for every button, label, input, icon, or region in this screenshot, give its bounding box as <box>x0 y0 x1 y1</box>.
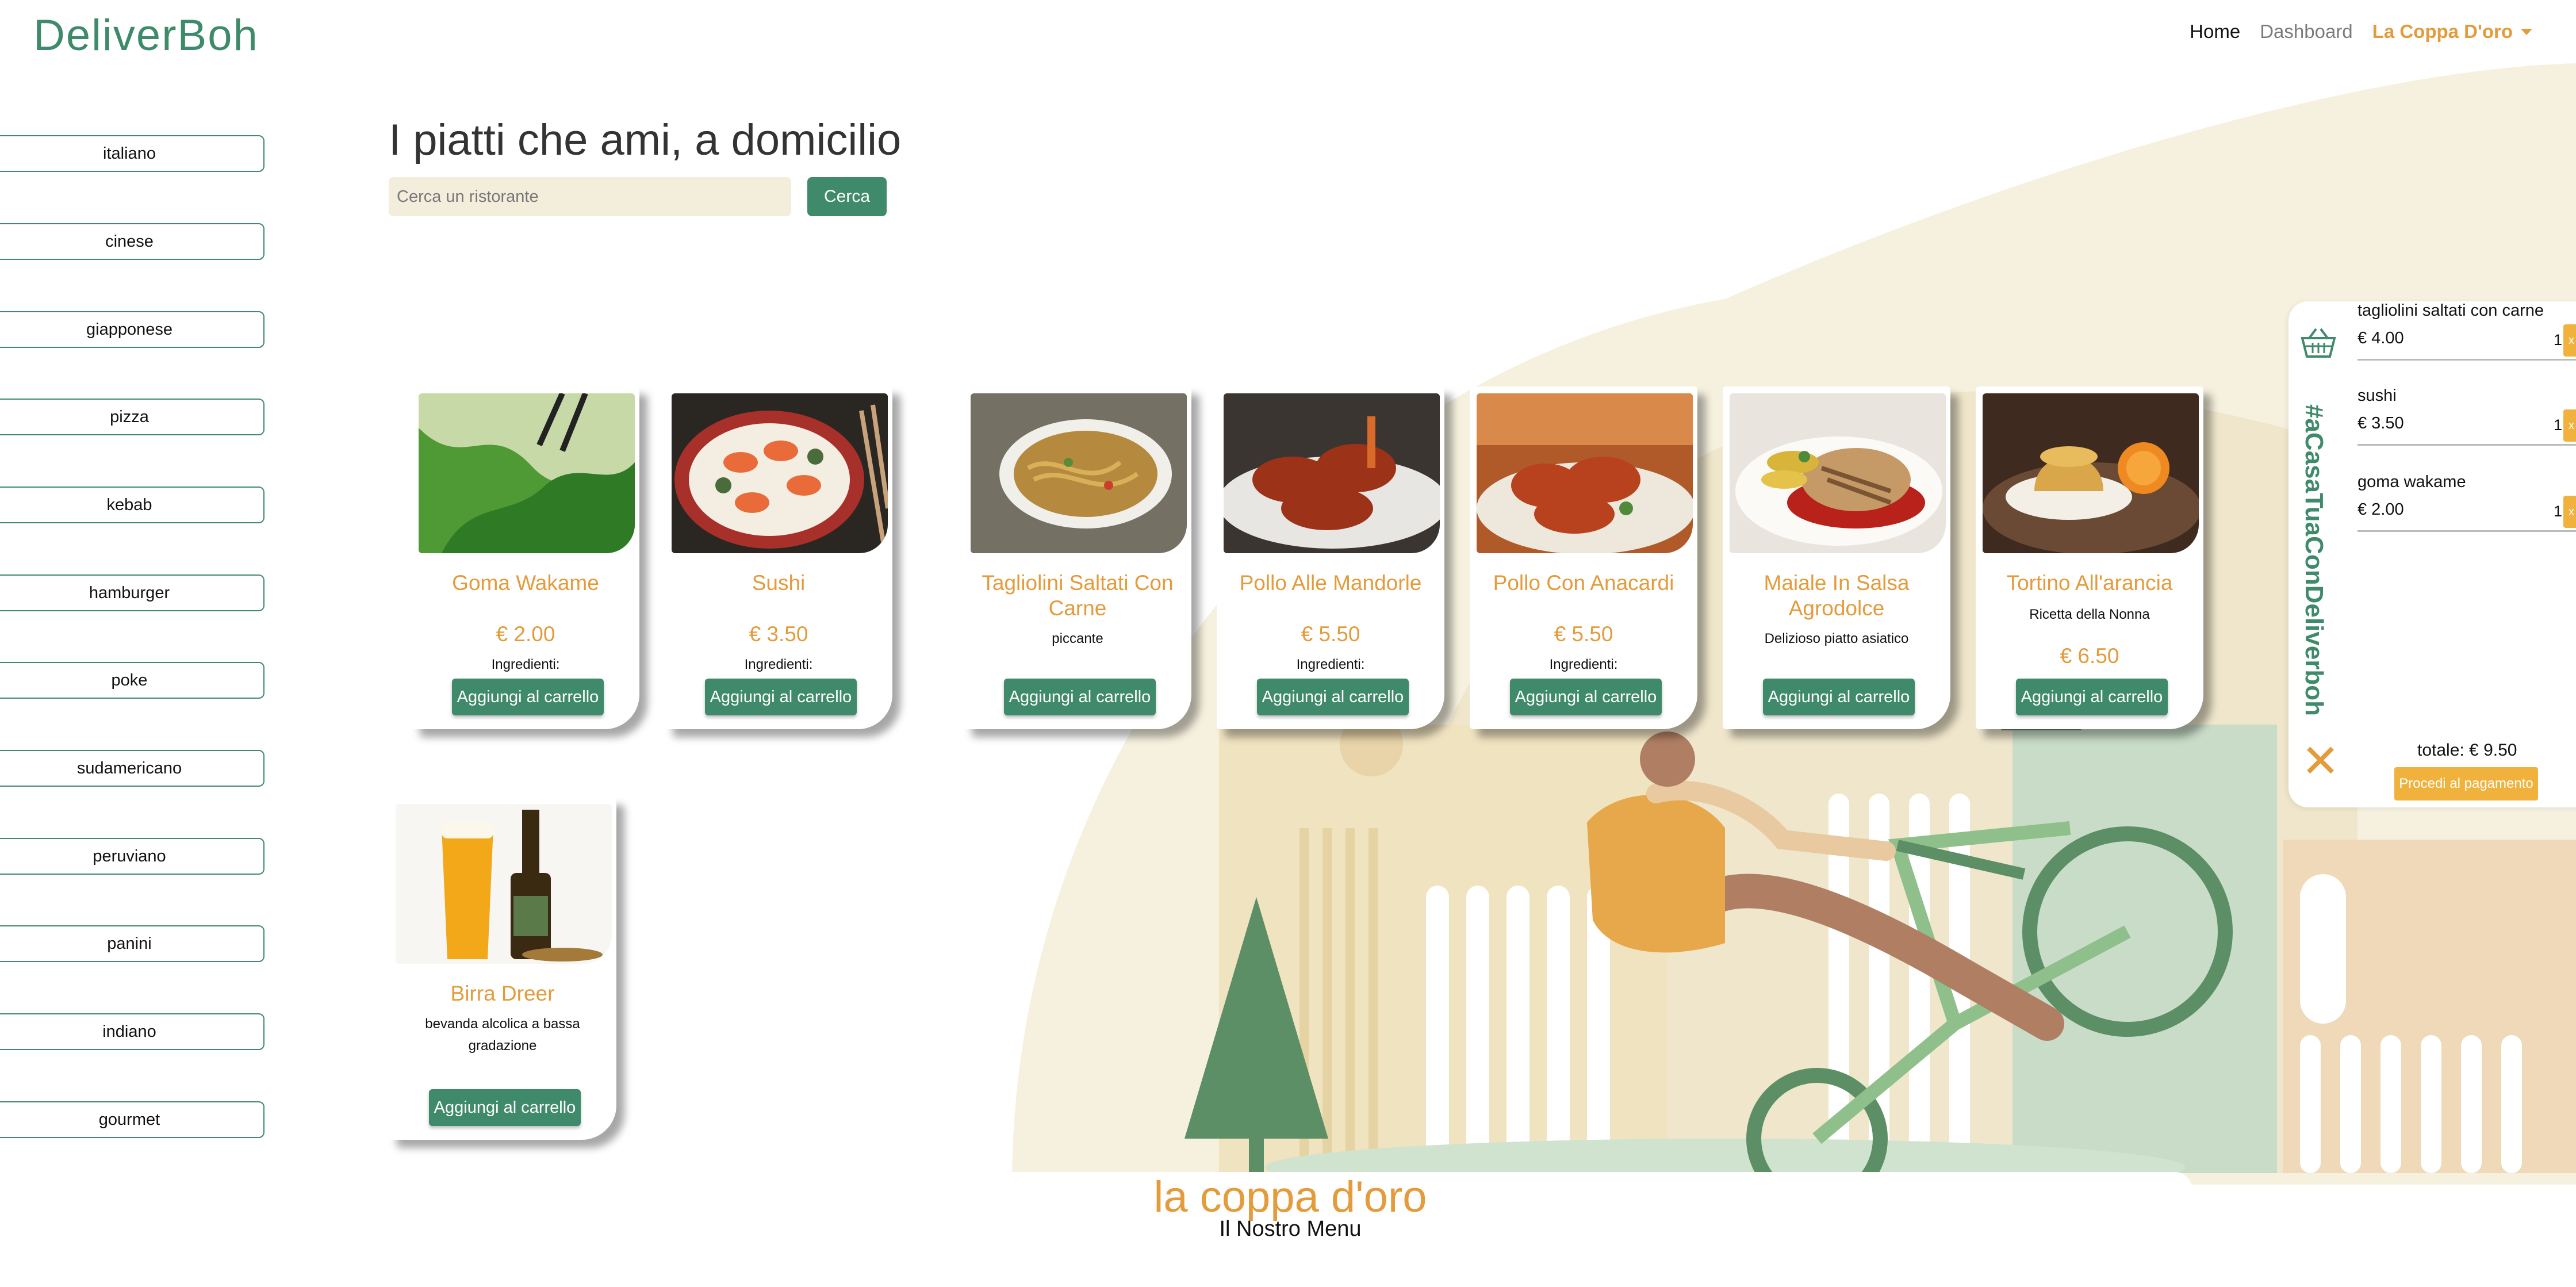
add-to-cart-button[interactable]: Aggiungi al carrello <box>452 679 604 715</box>
restaurant-name: la coppa d'oro <box>1153 1173 1427 1221</box>
category-pizza[interactable]: pizza <box>0 399 264 435</box>
product-card: Tagliolini Saltati Con Carne piccante Ag… <box>964 386 1191 729</box>
category-cinese[interactable]: cinese <box>0 223 264 260</box>
caret-down-icon <box>2521 28 2532 35</box>
product-ingredients: Ingredienti: <box>744 657 813 672</box>
product-card: Pollo Alle Mandorle € 5.50 Ingredienti: … <box>1217 386 1444 729</box>
remove-item-button[interactable]: x <box>2563 324 2576 357</box>
menu-subtitle: Il Nostro Menu <box>1219 1217 1362 1241</box>
add-to-cart-button[interactable]: Aggiungi al carrello <box>705 679 857 715</box>
restaurant-dropdown-label: La Coppa D'oro <box>2372 21 2513 42</box>
cart-item-quantity[interactable]: 1 <box>2554 416 2562 434</box>
product-ingredients: Ingredienti: <box>1296 657 1365 672</box>
product-card: Tortino All'arancia Ricetta della Nonna … <box>1976 386 2203 729</box>
nav-home-link[interactable]: Home <box>2190 21 2240 43</box>
product-card: Birra Dreer bevanda alcolica a bassa gra… <box>389 797 616 1140</box>
cart-item: tagliolini saltati con carne € 4.00 1 x <box>2358 301 2576 361</box>
category-panini[interactable]: panini <box>0 925 264 962</box>
restaurant-dropdown[interactable]: La Coppa D'oro <box>2372 21 2532 43</box>
product-image <box>1983 393 2199 553</box>
product-card: Pollo Con Anacardi € 5.50 Ingredienti: A… <box>1470 386 1697 729</box>
add-to-cart-button[interactable]: Aggiungi al carrello <box>1763 679 1915 715</box>
product-card: Goma Wakame € 2.00 Ingredienti: Aggiungi… <box>412 386 639 729</box>
close-icon[interactable]: ✕ <box>2301 738 2340 784</box>
add-to-cart-button[interactable]: Aggiungi al carrello <box>2016 679 2168 715</box>
product-description: piccante <box>1052 631 1103 646</box>
category-kebab[interactable]: kebab <box>0 487 264 523</box>
product-ingredients: Ingredienti: <box>1549 657 1618 672</box>
checkout-button[interactable]: Procedi al pagamento <box>2394 767 2538 800</box>
cart-item: goma wakame € 2.00 1 x <box>2358 473 2576 532</box>
product-price: € 6.50 <box>2060 644 2119 668</box>
product-description: Ricetta della Nonna <box>2029 607 2150 622</box>
product-price: € 3.50 <box>749 622 808 646</box>
add-to-cart-button[interactable]: Aggiungi al carrello <box>429 1089 581 1126</box>
cart-panel: #aCasaTuaConDeliverboh ✕ tagliolini salt… <box>2288 301 2576 807</box>
product-name: Birra Dreer <box>450 982 555 1005</box>
search-input[interactable] <box>389 177 791 216</box>
product-name: Tagliolini Saltati Con Carne <box>982 571 1174 620</box>
product-image <box>971 393 1187 553</box>
search-button[interactable]: Cerca <box>807 177 887 216</box>
category-peruviano[interactable]: peruviano <box>0 838 264 875</box>
cart-item-name: sushi <box>2358 386 2397 405</box>
cart-item-name: tagliolini saltati con carne <box>2358 301 2544 320</box>
add-to-cart-button[interactable]: Aggiungi al carrello <box>1004 679 1156 715</box>
cart-total: totale: € 9.50 <box>2417 741 2517 760</box>
remove-item-button[interactable]: x <box>2563 496 2576 528</box>
category-italiano[interactable]: italiano <box>0 135 264 172</box>
product-name: Sushi <box>752 571 806 595</box>
cart-item-quantity[interactable]: 1 <box>2554 503 2562 520</box>
category-hamburger[interactable]: hamburger <box>0 574 264 611</box>
remove-item-button[interactable]: x <box>2563 409 2576 442</box>
add-to-cart-button[interactable]: Aggiungi al carrello <box>1510 679 1662 715</box>
cart-item: sushi € 3.50 1 x <box>2358 386 2576 446</box>
product-card: Sushi € 3.50 Ingredienti: Aggiungi al ca… <box>665 386 892 729</box>
page-title: I piatti che ami, a domicilio <box>389 116 902 164</box>
product-name: Maiale In Salsa Agrodolce <box>1764 571 1910 620</box>
nav-dashboard-link[interactable]: Dashboard <box>2260 21 2352 43</box>
menu-section: la coppa d'oro Il Nostro Menu <box>389 1172 2192 1287</box>
category-gourmet[interactable]: gourmet <box>0 1101 264 1138</box>
product-image <box>1224 393 1440 553</box>
add-to-cart-button[interactable]: Aggiungi al carrello <box>1257 679 1409 715</box>
cart-item-price: € 4.00 <box>2358 329 2404 347</box>
product-name: Pollo Con Anacardi <box>1493 571 1674 595</box>
product-name: Tortino All'arancia <box>2006 571 2173 595</box>
brand-logo[interactable]: DeliverBoh <box>33 10 259 60</box>
category-sudamericano[interactable]: sudamericano <box>0 750 264 787</box>
product-image <box>396 804 612 964</box>
category-giapponese[interactable]: giapponese <box>0 311 264 348</box>
product-name: Pollo Alle Mandorle <box>1239 571 1422 595</box>
cart-item-name: goma wakame <box>2358 473 2466 491</box>
product-image <box>419 393 635 553</box>
product-image <box>1477 393 1693 553</box>
product-image <box>672 393 888 553</box>
product-ingredients: Ingredienti: <box>491 657 560 672</box>
cart-hashtag: #aCasaTuaConDeliverboh <box>2300 404 2328 717</box>
product-description: bevanda alcolica a bassa gradazione <box>425 1016 580 1054</box>
top-nav: Home Dashboard La Coppa D'oro <box>2190 21 2532 43</box>
product-description: Delizioso piatto asiatico <box>1764 631 1909 646</box>
product-price: € 2.00 <box>496 622 555 646</box>
product-image <box>1730 393 1946 553</box>
category-indiano[interactable]: indiano <box>0 1013 264 1050</box>
product-name: Goma Wakame <box>452 571 599 595</box>
product-price: € 5.50 <box>1301 622 1360 646</box>
cart-item-quantity[interactable]: 1 <box>2554 331 2562 349</box>
basket-icon[interactable] <box>2300 327 2337 362</box>
cart-item-price: € 3.50 <box>2358 414 2404 432</box>
category-poke[interactable]: poke <box>0 662 264 699</box>
product-price: € 5.50 <box>1554 622 1613 646</box>
product-card: Maiale In Salsa Agrodolce Delizioso piat… <box>1723 386 1950 729</box>
cart-item-price: € 2.00 <box>2358 500 2404 519</box>
